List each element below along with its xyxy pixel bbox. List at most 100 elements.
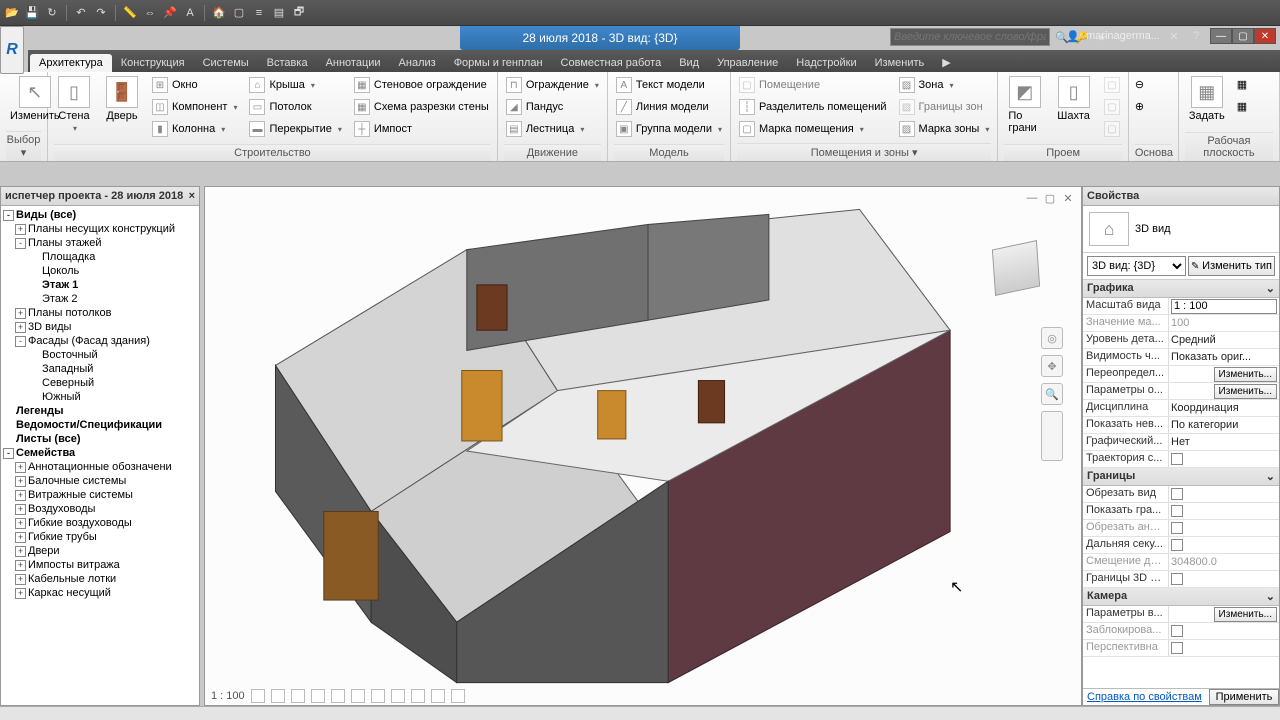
prop-value[interactable]: Нет: [1169, 434, 1279, 450]
properties-title-bar[interactable]: Свойства: [1083, 187, 1279, 206]
tree-node[interactable]: +3D виды: [1, 320, 199, 334]
expand-icon[interactable]: +: [15, 476, 26, 487]
undo-icon[interactable]: ↶: [73, 5, 89, 21]
open-icon[interactable]: 📂: [4, 5, 20, 21]
component-tool[interactable]: ◫Компонент: [150, 96, 239, 118]
ramp-tool[interactable]: ◢Пандус: [504, 96, 601, 118]
expand-icon[interactable]: +: [15, 224, 26, 235]
show-plane-icon[interactable]: ▦: [1237, 78, 1257, 96]
user-icon[interactable]: 👤: [1066, 30, 1080, 43]
prop-checkbox[interactable]: [1171, 625, 1183, 637]
prop-row[interactable]: Обрезать вид: [1083, 486, 1279, 503]
wall-opening[interactable]: ▢: [1102, 74, 1122, 96]
prop-value[interactable]: [1169, 503, 1279, 519]
measure-icon[interactable]: 📏: [122, 5, 138, 21]
prop-value[interactable]: [1169, 298, 1279, 314]
search-input[interactable]: [890, 28, 1050, 46]
model-group-tool[interactable]: ▣Группа модели: [614, 118, 724, 140]
group-select[interactable]: Выбор ▾: [6, 131, 41, 161]
redo-icon[interactable]: ↷: [93, 5, 109, 21]
prop-category[interactable]: Камера⌄: [1083, 588, 1279, 606]
expand-icon[interactable]: +: [15, 490, 26, 501]
tab-6[interactable]: Формы и генплан: [445, 54, 552, 72]
prop-value[interactable]: 304800.0: [1169, 554, 1279, 570]
prop-category[interactable]: Графика⌄: [1083, 280, 1279, 298]
ceiling-tool[interactable]: ▭Потолок: [247, 96, 343, 118]
tab-2[interactable]: Системы: [194, 54, 258, 72]
tab-4[interactable]: Аннотации: [317, 54, 390, 72]
collapse-icon[interactable]: -: [3, 448, 14, 459]
prop-value[interactable]: [1169, 520, 1279, 536]
analytical-icon[interactable]: [451, 689, 465, 703]
grid2-icon[interactable]: ⊕: [1135, 100, 1159, 118]
prop-category[interactable]: Границы⌄: [1083, 468, 1279, 486]
view-scale[interactable]: 1 : 100: [211, 690, 245, 702]
prop-checkbox[interactable]: [1171, 488, 1183, 500]
roof-tool[interactable]: ⌂Крыша: [247, 74, 343, 96]
reveal-icon[interactable]: [431, 689, 445, 703]
browser-tree[interactable]: -Виды (все)+Планы несущих конструкций-Пл…: [1, 206, 199, 704]
prop-row[interactable]: Графический...Нет: [1083, 434, 1279, 451]
wall-tool[interactable]: ▯Стена: [54, 74, 94, 144]
tab-8[interactable]: Вид: [670, 54, 708, 72]
visual-style-icon[interactable]: [271, 689, 285, 703]
column-tool[interactable]: ▮Колонна: [150, 118, 239, 140]
curtain-wall-tool[interactable]: ▦Стеновое ограждение: [352, 74, 491, 96]
tree-node[interactable]: Листы (все): [1, 432, 199, 446]
apply-button[interactable]: Применить: [1209, 689, 1279, 705]
prop-value[interactable]: Показать ориг...: [1169, 349, 1279, 365]
prop-row[interactable]: Параметры в...Изменить...: [1083, 606, 1279, 623]
type-selector[interactable]: 3D вид: {3D}: [1087, 256, 1186, 276]
prop-row[interactable]: Видимость ч...Показать ориг...: [1083, 349, 1279, 366]
tree-node[interactable]: -Семейства: [1, 446, 199, 460]
app-menu-button[interactable]: R: [0, 26, 24, 74]
prop-row[interactable]: Уровень дета...Средний: [1083, 332, 1279, 349]
door-tool[interactable]: 🚪Дверь: [102, 74, 142, 144]
prop-edit-button[interactable]: Изменить...: [1214, 367, 1277, 382]
save-icon[interactable]: 💾: [24, 5, 40, 21]
tree-node[interactable]: -Фасады (Фасад здания): [1, 334, 199, 348]
prop-row[interactable]: Переопредел...Изменить...: [1083, 366, 1279, 383]
sync-icon[interactable]: ↻: [44, 5, 60, 21]
tree-node[interactable]: Южный: [1, 390, 199, 404]
prop-row[interactable]: Дальняя секу...: [1083, 537, 1279, 554]
prop-checkbox[interactable]: [1171, 505, 1183, 517]
group-rooms[interactable]: Помещения и зоны ▾: [737, 143, 991, 161]
tree-node[interactable]: +Аннотационные обозначени: [1, 460, 199, 474]
prop-value[interactable]: Изменить...: [1169, 606, 1279, 622]
pin-icon[interactable]: 📌: [162, 5, 178, 21]
maximize-button[interactable]: ▢: [1232, 28, 1254, 44]
crop-show-icon[interactable]: [371, 689, 385, 703]
prop-value[interactable]: Изменить...: [1169, 383, 1279, 399]
prop-input[interactable]: [1171, 299, 1277, 314]
properties-help-link[interactable]: Справка по свойствам: [1083, 689, 1209, 705]
prop-value[interactable]: [1169, 623, 1279, 639]
prop-row[interactable]: Границы 3D в...: [1083, 571, 1279, 588]
tree-node[interactable]: Восточный: [1, 348, 199, 362]
tree-node[interactable]: Этаж 1: [1, 278, 199, 292]
tree-node[interactable]: +Гибкие трубы: [1, 530, 199, 544]
prop-value[interactable]: [1169, 451, 1279, 467]
prop-row[interactable]: Показать гра...: [1083, 503, 1279, 520]
vert-opening[interactable]: ▢: [1102, 96, 1122, 118]
detail-level-icon[interactable]: [251, 689, 265, 703]
model-line-tool[interactable]: ╱Линия модели: [614, 96, 724, 118]
browser-title-bar[interactable]: испетчер проекта - 28 июля 2018 ×: [1, 187, 199, 206]
browser-close-icon[interactable]: ×: [189, 190, 195, 202]
exchange-icon[interactable]: ✕: [1166, 28, 1182, 44]
prop-checkbox[interactable]: [1171, 522, 1183, 534]
tab-7[interactable]: Совместная работа: [552, 54, 671, 72]
tree-node[interactable]: Площадка: [1, 250, 199, 264]
render-icon[interactable]: [331, 689, 345, 703]
expand-icon[interactable]: +: [15, 560, 26, 571]
align-icon[interactable]: ⇔: [142, 5, 158, 21]
prop-row[interactable]: Перспективна: [1083, 640, 1279, 657]
tree-node[interactable]: Северный: [1, 376, 199, 390]
tab-0[interactable]: Архитектура: [30, 54, 112, 72]
view-close-icon[interactable]: ✕: [1061, 191, 1075, 205]
tab-11[interactable]: Изменить: [866, 54, 934, 72]
view-cube[interactable]: [981, 237, 1051, 307]
tree-node[interactable]: +Планы потолков: [1, 306, 199, 320]
properties-grid[interactable]: Графика⌄Масштаб видаЗначение ма...100Уро…: [1083, 280, 1279, 688]
tree-node[interactable]: +Двери: [1, 544, 199, 558]
